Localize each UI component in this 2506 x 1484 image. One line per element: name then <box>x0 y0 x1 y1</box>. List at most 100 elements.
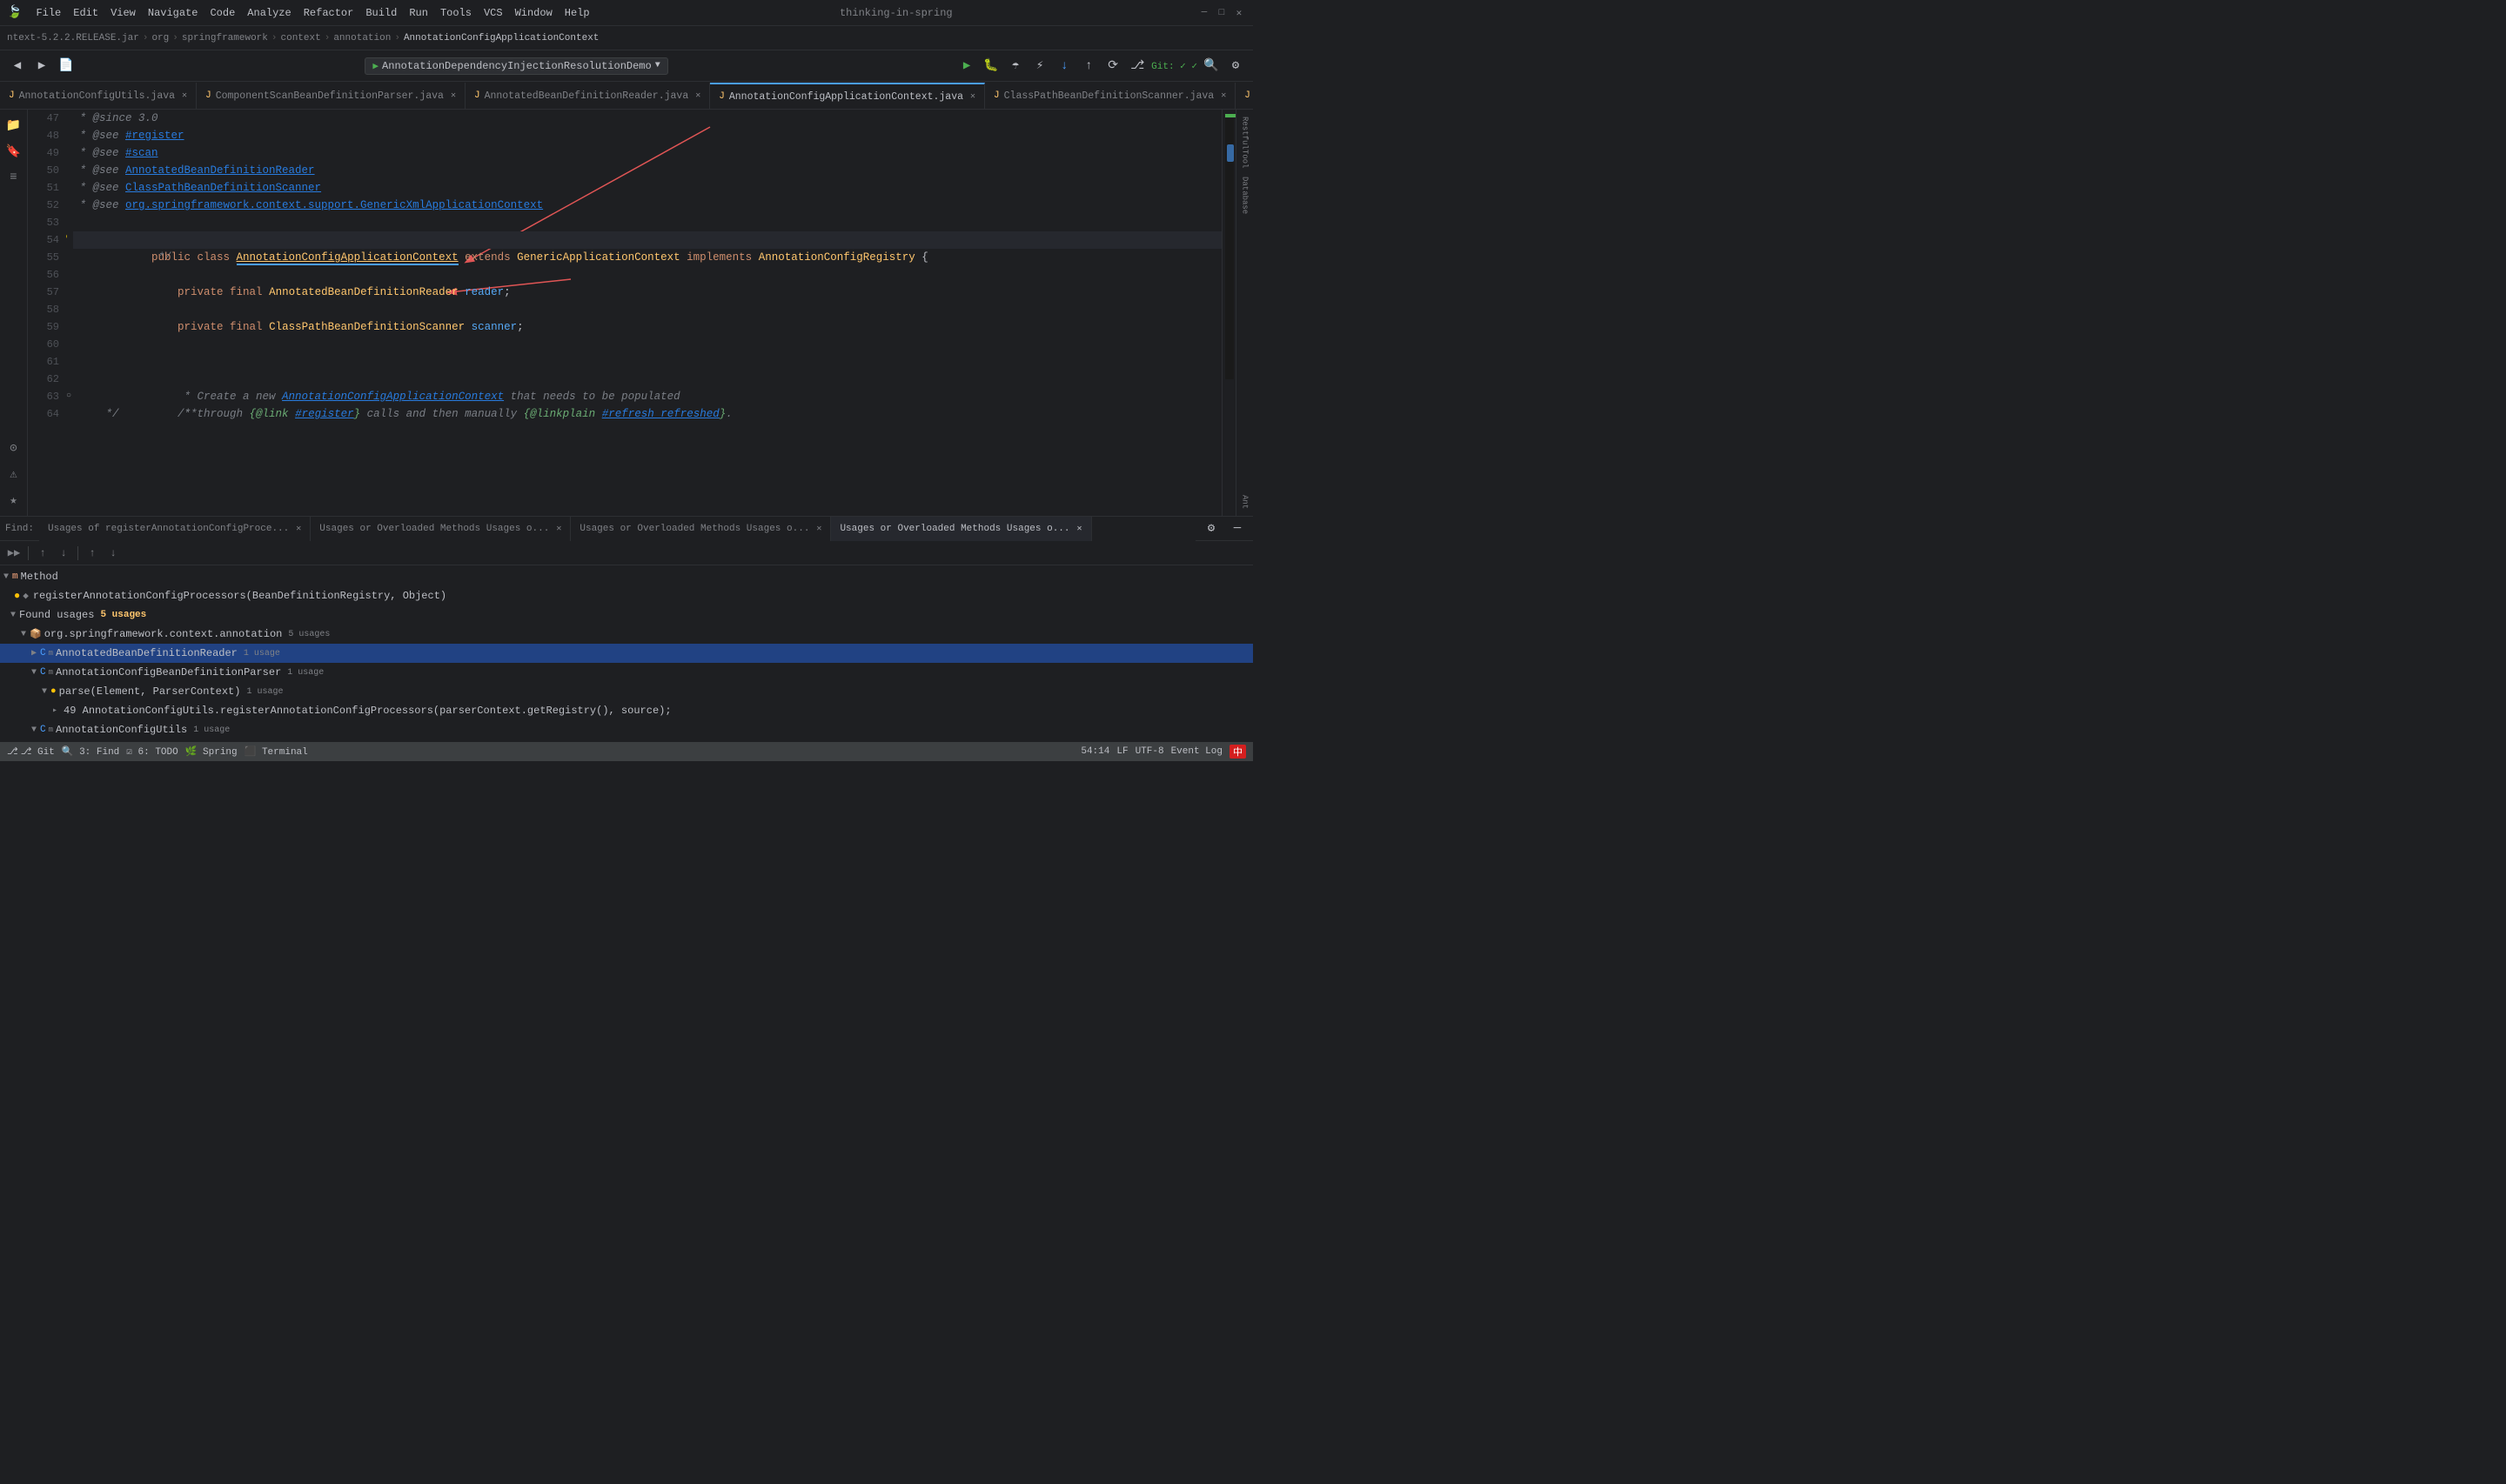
menu-code[interactable]: Code <box>204 5 240 21</box>
tab-annotated-bean-def-reader[interactable]: J AnnotatedBeanDefinitionReader.java ✕ <box>466 83 710 109</box>
config-dropdown-arrow[interactable]: ▼ <box>655 61 660 70</box>
tree-method-section[interactable]: ▼ m Method <box>0 567 1253 586</box>
gutter-breakpoint-icon[interactable]: ○ <box>66 388 71 405</box>
menu-edit[interactable]: Edit <box>68 5 104 21</box>
tab-close-1[interactable]: ✕ <box>182 90 187 101</box>
search-everywhere-button[interactable]: 🔍 <box>1201 56 1222 77</box>
profiler-button[interactable]: ⚡ <box>1029 56 1050 77</box>
menu-bar[interactable]: File Edit View Navigate Code Analyze Ref… <box>30 5 594 21</box>
git-push-button[interactable]: ↑ <box>1078 56 1099 77</box>
tree-register-method-2[interactable]: ▼ ● registerAnnotationConfigProcessors(B… <box>0 739 1253 742</box>
tree-parse-method[interactable]: ▼ ● parse(Element, ParserContext) 1 usag… <box>0 682 1253 701</box>
status-spring[interactable]: 🌿 Spring <box>185 745 238 758</box>
tab-classpath-scanner[interactable]: J ClassPathBeanDefinitionScanner.java ✕ <box>985 83 1236 109</box>
find-tab-1[interactable]: Usages of registerAnnotationConfigProce.… <box>39 517 311 541</box>
scroll-down-button[interactable]: ↓ <box>55 545 72 562</box>
sidebar-structure[interactable]: ≡ <box>2 165 26 190</box>
find-tab-3[interactable]: Usages or Overloaded Methods Usages o...… <box>571 517 831 541</box>
find-tab-close-3[interactable]: ✕ <box>816 524 821 534</box>
status-lf[interactable]: LF <box>1116 746 1128 757</box>
expand-all-button[interactable]: ▶▶ <box>5 545 23 562</box>
tab-close-3[interactable]: ✕ <box>695 90 700 101</box>
sidebar-project[interactable]: 📁 <box>2 113 26 137</box>
menu-build[interactable]: Build <box>360 5 402 21</box>
status-terminal[interactable]: ⬛ Terminal <box>245 745 308 758</box>
gutter-bulb-icon[interactable]: 💡 <box>66 231 70 249</box>
menu-view[interactable]: View <box>105 5 141 21</box>
sidebar-problems[interactable]: ⚠ <box>2 462 26 486</box>
git-history-button[interactable]: ⟳ <box>1102 56 1123 77</box>
bc-class[interactable]: AnnotationConfigApplicationContext <box>404 33 599 43</box>
find-tab-2[interactable]: Usages or Overloaded Methods Usages o...… <box>311 517 571 541</box>
scroll-thumb[interactable] <box>1227 144 1234 162</box>
scroll-up-button[interactable]: ↑ <box>34 545 51 562</box>
status-todo[interactable]: ☑ 6: TODO <box>126 745 178 758</box>
find-settings-button[interactable]: ⚙ <box>1201 518 1222 539</box>
tab-annotation-config-utils[interactable]: J AnnotationConfigUtils.java ✕ <box>0 83 197 109</box>
back-button[interactable]: ◀ <box>7 56 28 77</box>
recent-files-button[interactable]: 📄 <box>56 56 77 77</box>
settings-button[interactable]: ⚙ <box>1225 56 1246 77</box>
panel-database[interactable]: Database <box>1239 173 1251 217</box>
find-tab-close-4[interactable]: ✕ <box>1077 524 1082 534</box>
code-content[interactable]: * @since 3.0 * @see #register * @see #sc… <box>66 110 1222 516</box>
git-update-button[interactable]: ↓ <box>1054 56 1075 77</box>
menu-tools[interactable]: Tools <box>435 5 477 21</box>
maximize-button[interactable]: □ <box>1215 6 1229 20</box>
tree-register-method[interactable]: ● ◆ registerAnnotationConfigProcessors(B… <box>0 586 1253 605</box>
tab-annot-more[interactable]: J Annot... ✕ <box>1236 83 1253 109</box>
editor-scrollbar[interactable] <box>1222 110 1236 516</box>
code-editor[interactable]: 47 48 49 50 51 52 53 54 55 56 57 58 59 6… <box>28 110 1222 516</box>
tab-close-4[interactable]: ✕ <box>970 91 975 102</box>
status-find[interactable]: 🔍 3: Find <box>62 745 120 758</box>
menu-file[interactable]: File <box>30 5 66 21</box>
menu-help[interactable]: Help <box>559 5 595 21</box>
minimize-button[interactable]: ─ <box>1197 6 1211 20</box>
tab-close-2[interactable]: ✕ <box>451 90 456 101</box>
menu-navigate[interactable]: Navigate <box>143 5 204 21</box>
find-close-button[interactable]: ─ <box>1227 518 1248 539</box>
find-tab-close-2[interactable]: ✕ <box>556 524 561 534</box>
tab-close-5[interactable]: ✕ <box>1221 90 1226 101</box>
tree-found-usages[interactable]: ▼ Found usages 5 usages <box>0 605 1253 625</box>
find-tab-4[interactable]: Usages or Overloaded Methods Usages o...… <box>831 517 1091 541</box>
tree-annotated-bean-reader[interactable]: ▶ C m AnnotatedBeanDefinitionReader 1 us… <box>0 644 1253 663</box>
bc-org[interactable]: org <box>151 33 169 43</box>
panel-restful-tool[interactable]: RestfulTool <box>1239 113 1251 171</box>
menu-window[interactable]: Window <box>510 5 558 21</box>
coverage-button[interactable]: ☂ <box>1005 56 1026 77</box>
run-button[interactable]: ▶ <box>956 56 977 77</box>
menu-refactor[interactable]: Refactor <box>298 5 359 21</box>
sidebar-favorites[interactable]: ★ <box>2 488 26 512</box>
status-input-method[interactable]: 中 <box>1230 745 1246 759</box>
bc-springframework[interactable]: springframework <box>182 33 268 43</box>
sidebar-commit[interactable]: ⊙ <box>2 436 26 460</box>
find-tab-close-1[interactable]: ✕ <box>296 524 301 534</box>
panel-ant[interactable]: Ant <box>1239 491 1251 512</box>
tree-code-49[interactable]: ▸ 49 AnnotationConfigUtils.registerAnnot… <box>0 701 1253 720</box>
menu-run[interactable]: Run <box>404 5 433 21</box>
tab-component-scan[interactable]: J ComponentScanBeanDefinitionParser.java… <box>197 83 466 109</box>
run-config-dropdown[interactable]: ▶ AnnotationDependencyInjectionResolutio… <box>365 57 667 75</box>
tree-annotation-config-parser[interactable]: ▼ C m AnnotationConfigBeanDefinitionPars… <box>0 663 1253 682</box>
menu-analyze[interactable]: Analyze <box>242 5 296 21</box>
tree-package[interactable]: ▼ 📦 org.springframework.context.annotati… <box>0 625 1253 644</box>
bc-context[interactable]: context <box>281 33 321 43</box>
next-occurrence-button[interactable]: ↓ <box>104 545 122 562</box>
debug-button[interactable]: 🐛 <box>981 56 1002 77</box>
git-branch-button[interactable]: ⎇ <box>1127 56 1148 77</box>
menu-vcs[interactable]: VCS <box>479 5 508 21</box>
status-encoding[interactable]: UTF-8 <box>1136 746 1164 757</box>
window-controls[interactable]: ─ □ ✕ <box>1197 6 1246 20</box>
tab-annotation-config-ctx[interactable]: J AnnotationConfigApplicationContext.jav… <box>710 83 985 109</box>
forward-button[interactable]: ▶ <box>31 56 52 77</box>
status-git[interactable]: ⎇ ⎇ Git <box>7 745 55 758</box>
bc-jar[interactable]: ntext-5.2.2.RELEASE.jar <box>7 33 139 43</box>
prev-occurrence-button[interactable]: ↑ <box>84 545 101 562</box>
bc-annotation[interactable]: annotation <box>333 33 391 43</box>
close-button[interactable]: ✕ <box>1232 6 1246 20</box>
tree-annotation-config-utils[interactable]: ▼ C m AnnotationConfigUtils 1 usage <box>0 720 1253 739</box>
status-eventlog[interactable]: Event Log <box>1171 746 1223 757</box>
status-position[interactable]: 54:14 <box>1081 746 1109 757</box>
sidebar-bookmark[interactable]: 🔖 <box>2 139 26 164</box>
